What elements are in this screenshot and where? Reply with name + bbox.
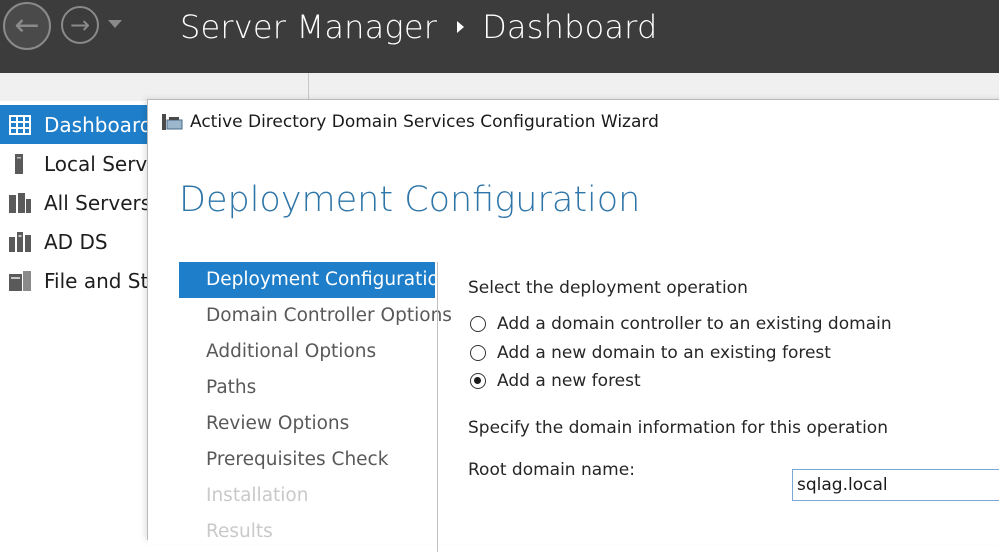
forward-button[interactable]: → <box>61 6 99 44</box>
arrow-left-icon: ← <box>14 8 40 43</box>
step-review-options[interactable]: Review Options <box>179 406 435 442</box>
sidebar-item-local-server[interactable]: Local Server <box>0 144 148 183</box>
sidebar-item-ad-ds[interactable]: AD DS <box>0 222 148 261</box>
sidebar-item-label: File and Storage Services <box>44 268 148 293</box>
sidebar: Dashboard Local Server All Servers AD DS <box>0 105 148 300</box>
sidebar-item-all-servers[interactable]: All Servers <box>0 183 148 222</box>
toolbar-strip <box>0 73 999 101</box>
sidebar-item-label: Local Server <box>44 151 148 176</box>
step-prerequisites-check[interactable]: Prerequisites Check <box>179 442 435 478</box>
step-installation: Installation <box>206 485 309 506</box>
server-manager-header: ← → Server Manager Dashboard <box>0 0 999 73</box>
sidebar-item-file-storage[interactable]: File and Storage Services <box>0 261 148 300</box>
servers-icon <box>9 192 31 213</box>
wizard-steps: Deployment Configuration Domain Controll… <box>179 262 452 550</box>
page-title: Deployment Configuration <box>179 180 641 220</box>
breadcrumb: Server Manager Dashboard <box>180 8 658 46</box>
radio-button-checked-icon[interactable] <box>470 373 486 390</box>
root-domain-input[interactable]: sqlag.local <box>792 469 999 501</box>
arrow-right-icon: → <box>69 11 91 39</box>
radio-label: Add a domain controller to an existing d… <box>497 314 892 335</box>
radio-add-dc-existing-domain[interactable]: Add a domain controller to an existing d… <box>468 310 999 339</box>
ad-ds-configuration-wizard: Active Directory Domain Services Configu… <box>147 99 999 552</box>
file-storage-icon <box>9 270 31 291</box>
step-deployment-configuration[interactable]: Deployment Configuration <box>179 262 451 298</box>
radio-add-new-forest[interactable]: Add a new forest <box>468 367 999 396</box>
domain-info-label: Specify the domain information for this … <box>468 417 888 438</box>
sidebar-item-dashboard[interactable]: Dashboard <box>0 105 148 144</box>
step-paths[interactable]: Paths <box>179 370 435 406</box>
back-button[interactable]: ← <box>3 2 51 50</box>
breadcrumb-app[interactable]: Server Manager <box>180 8 437 46</box>
wizard-body: Deployment Configuration Deployment Conf… <box>148 144 999 552</box>
sidebar-item-label: Dashboard <box>44 112 148 137</box>
step-domain-controller-options[interactable]: Domain Controller Options <box>179 298 452 334</box>
wizard-content: Select the deployment operation Add a do… <box>468 262 999 480</box>
history-dropdown-icon[interactable] <box>108 20 122 28</box>
ad-ds-wizard-icon <box>162 114 183 130</box>
radio-label: Add a new domain to an existing forest <box>497 342 831 363</box>
wizard-title: Active Directory Domain Services Configu… <box>190 112 659 132</box>
radio-label: Add a new forest <box>497 371 641 392</box>
sidebar-item-label: All Servers <box>44 190 148 215</box>
radio-button-icon[interactable] <box>470 316 486 333</box>
server-icon <box>15 153 23 174</box>
dashboard-grid-icon <box>9 114 31 135</box>
sidebar-item-label: AD DS <box>44 229 108 254</box>
wizard-titlebar[interactable]: Active Directory Domain Services Configu… <box>148 100 999 144</box>
steps-divider <box>437 262 438 552</box>
step-additional-options[interactable]: Additional Options <box>179 334 435 370</box>
ad-ds-icon <box>9 231 31 252</box>
radio-add-domain-existing-forest[interactable]: Add a new domain to an existing forest <box>468 339 999 368</box>
radio-button-icon[interactable] <box>470 344 486 361</box>
breadcrumb-separator-icon <box>457 21 465 33</box>
breadcrumb-page: Dashboard <box>482 8 658 46</box>
step-results: Results <box>206 521 273 542</box>
operation-label: Select the deployment operation <box>468 278 748 298</box>
